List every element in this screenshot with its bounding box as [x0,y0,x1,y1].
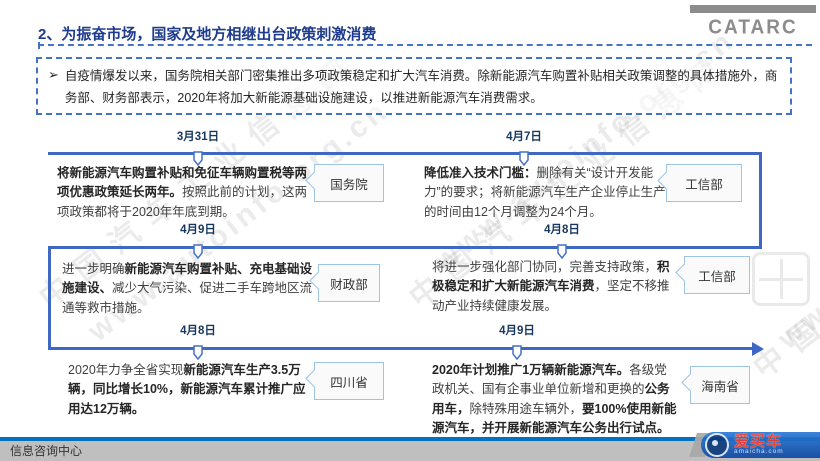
event-date: 4月7日 [506,131,542,143]
date-marker-icon [193,244,203,259]
footer-label: 信息咨询中心 [10,444,83,458]
brand-domain: amaicha.com [734,448,784,456]
callout-tail-icon [681,373,700,392]
wheel-icon [705,433,729,457]
timeline-row3-line [48,347,752,350]
page-title: 2、为振奋市场，国家及地方相继出台政策刺激消费 [38,26,377,44]
catarc-logo: CATARC [690,5,816,39]
event-date: 4月8日 [544,224,580,236]
org-label: 四川省 [330,375,368,390]
date-marker-icon [512,345,522,360]
brand-text: 爱买车 [734,433,783,451]
event-text: 2020年计划推广1万辆新能源汽车。各级党政机关、国有企事业单位新增和更换的公务… [432,363,677,436]
org-callout: 财政部 [309,264,380,302]
slide: 中国汽车工业信息网 www.autoinfo.org.cn 中国汽车工业信息网 … [0,0,820,461]
event-date: 4月8日 [180,325,216,337]
event-text: 将进一步强化部门协同，完善支持政策，积极稳定和扩大新能源汽车消费，坚定不移推动产… [432,260,670,313]
event-date: 3月31日 [176,131,220,143]
date-marker-icon [557,244,567,259]
org-callout: 海南省 [681,366,750,404]
event-text: 将新能源汽车购置补贴和免征车辆购置税等两项优惠政策延长两年。按照此前的计划，这两… [57,166,308,219]
event-date: 4月9日 [499,325,535,337]
timeline-right-turn-line [759,152,762,249]
timeline-left-turn-line [48,246,51,350]
event-text: 进一步明确新能源汽车购置补贴、充电基础设施建设、减少大气污染、促进二手车跨地区流… [62,262,313,315]
catarc-logo-text: CATARC [708,16,798,39]
org-label: 海南省 [701,379,739,394]
timeline-row2-line [48,246,762,249]
brand-watermark-logo: 爱买车 amaicha.com [689,429,820,459]
org-label: 财政部 [330,277,368,292]
event-text: 2020年力争全省实现新能源汽车生产3.5万辆，同比增长10%，新能源汽车累计推… [68,363,306,416]
org-label: 工信部 [685,177,723,192]
brand-banner: 爱买车 amaicha.com [701,432,820,458]
catarc-logo-bar [690,5,816,13]
intro-text: 自疫情爆发以来，国务院相关部门密集推出多项政策稳定和扩大汽车消费。除新能源汽车购… [64,69,778,105]
org-label: 工信部 [698,269,736,284]
org-callout: 工信部 [657,164,742,202]
org-callout: 工信部 [675,256,750,294]
event-text: 降低准入技术门槛：删除有关“设计开发能力”的要求；将新能源汽车生产企业停止生产的… [424,166,666,219]
date-marker-icon [193,345,203,360]
timeline-arrow-icon [752,341,764,356]
org-label: 国务院 [330,177,368,192]
intro-box: ➢ 自疫情爆发以来，国务院相关部门密集推出多项政策稳定和扩大汽车消费。除新能源汽… [36,57,792,115]
timeline-row1-line [48,152,762,155]
arrow-bullet-icon: ➢ [48,67,59,82]
org-callout: 国务院 [305,164,384,202]
event-date: 4月9日 [180,224,216,236]
org-callout: 四川省 [305,362,384,400]
callout-tail-icon [675,263,694,282]
